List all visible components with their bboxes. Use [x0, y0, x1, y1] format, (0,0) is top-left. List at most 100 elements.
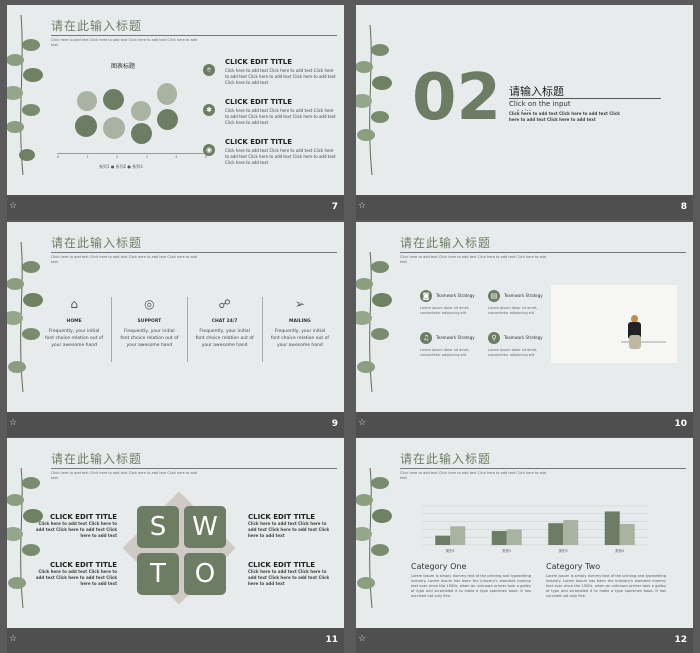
location-icon: ⌾	[203, 64, 215, 76]
home-icon: ⌂	[70, 297, 78, 311]
star-icon[interactable]: ☆	[9, 634, 17, 644]
feature-text: Frequently, your initial font choice rel…	[45, 329, 104, 348]
swot-tile-s: S	[137, 506, 179, 548]
star-icon[interactable]: ☆	[358, 418, 366, 428]
feature-label: CHAT 24/7	[211, 319, 238, 324]
strategy-text: Lorem ipsum dolor sit amet, consectetur …	[420, 306, 470, 315]
section-subtitle: Click on the input subtitle	[509, 100, 571, 111]
bubble-series1	[103, 89, 124, 110]
title-divider	[400, 252, 686, 253]
gear-icon: ✱	[203, 104, 215, 116]
slide-thumb-9[interactable]: 请在此输入标题 Click here to add text Click her…	[7, 222, 344, 437]
paper-plane-icon: ➢	[294, 297, 305, 311]
section-number: 02	[412, 61, 502, 135]
swot-item-title: CLICK EDIT TITLE	[49, 561, 117, 569]
x-tick: 0	[57, 155, 60, 159]
feature-column: ⌂ HOME Frequently, your initial font cho…	[37, 297, 113, 362]
swot-item-text: Click here to add text Click here to add…	[248, 521, 330, 538]
chart-xticks: 012345	[57, 155, 207, 159]
book-icon: ▤	[488, 290, 500, 302]
feature-columns: ⌂ HOME Frequently, your initial font cho…	[37, 297, 337, 362]
bubble-chart	[57, 73, 207, 158]
strategy-label: Teamwork Strategy	[436, 335, 475, 340]
chart-axis	[57, 153, 207, 154]
x-tick: 2	[116, 155, 119, 159]
bubble-series2	[75, 115, 97, 137]
swot-item: CLICK EDIT TITLE Click here to add text …	[248, 561, 336, 587]
slide-footer: ☆ 8	[356, 195, 693, 220]
photo-chair	[629, 335, 641, 349]
section-text: Click here to add text Click here to add…	[509, 111, 620, 122]
star-icon[interactable]: ☆	[9, 201, 17, 211]
chart-title: 图表标题	[111, 63, 136, 70]
x-tick: 3	[145, 155, 148, 159]
feature-text: Frequently, your initial font choice rel…	[270, 329, 329, 348]
swot-item-text: Click here to add text Click here to add…	[248, 569, 330, 586]
bar	[604, 511, 620, 545]
item-text: Click here to add text Click here to add…	[225, 68, 336, 85]
bar	[450, 526, 466, 545]
slide-thumb-7[interactable]: 请在此输入标题 Click here to add text Click her…	[7, 5, 344, 220]
x-tick: 4	[175, 155, 178, 159]
bubble-series2	[131, 123, 152, 144]
feature-column: ◎ SUPPORT Frequently, your initial font …	[112, 297, 188, 362]
title-divider	[51, 35, 337, 36]
star-icon[interactable]: ☆	[9, 418, 17, 428]
camera-icon: ◙	[420, 290, 432, 302]
bubble-series2	[103, 117, 125, 139]
slide-number: 7	[331, 202, 338, 212]
slide-title: 请在此输入标题	[51, 452, 143, 466]
target-icon: ◉	[203, 144, 215, 156]
item-text: Click here to add text Click here to add…	[225, 148, 336, 165]
x-tick: 1	[86, 155, 89, 159]
section-divider	[509, 98, 661, 99]
slide-number: 9	[331, 419, 338, 429]
slide-footer: ☆ 9	[7, 412, 344, 437]
swot-item-title: CLICK EDIT TITLE	[248, 513, 316, 521]
slide-subtitle: Click here to add text Click here to add…	[51, 38, 198, 47]
slide-number: 11	[325, 635, 338, 645]
bubble-series1	[131, 101, 151, 121]
x-tick-label: 类别1	[446, 548, 455, 553]
chat-icon: ☍	[218, 297, 231, 311]
star-icon[interactable]: ☆	[358, 201, 366, 211]
item-title: CLICK EDIT TITLE	[225, 98, 293, 106]
bar-chart: 类别1 类别2 类别3 类别4	[422, 505, 648, 553]
slide-footer: ☆ 10	[356, 412, 693, 437]
slide-footer: ☆ 12	[356, 628, 693, 653]
category-one-title: Category One	[411, 562, 467, 571]
slide-subtitle: Click here to add text Click here to add…	[400, 471, 547, 480]
bar	[435, 535, 451, 545]
bubble-series1	[77, 91, 97, 111]
bubble-series2	[157, 109, 178, 130]
slide-thumb-11[interactable]: 请在此输入标题 Click here to add text Click her…	[7, 438, 344, 653]
strategy-text: Lorem ipsum dolor sit amet, consectetur …	[488, 306, 538, 315]
slide-title: 请在此输入标题	[400, 452, 492, 466]
slide-subtitle: Click here to add text Click here to add…	[51, 471, 198, 480]
star-icon[interactable]: ☆	[358, 634, 366, 644]
swot-item: CLICK EDIT TITLE Click here to add text …	[32, 561, 117, 587]
slide-subtitle: Click here to add text Click here to add…	[400, 255, 547, 264]
slide-title: 请在此输入标题	[51, 236, 143, 250]
bubble-series1	[157, 83, 177, 105]
bar	[619, 523, 635, 545]
bar	[563, 520, 579, 545]
title-divider	[51, 252, 337, 253]
strategy-label: Teamwork Strategy	[504, 293, 543, 298]
bulb-icon: ⚲	[488, 332, 500, 344]
slide-thumb-8[interactable]: 02 请输入标题 Click on the input subtitle Cli…	[356, 5, 693, 220]
slide-thumb-10[interactable]: 请在此输入标题 Click here to add text Click her…	[356, 222, 693, 437]
swot-item: CLICK EDIT TITLE Click here to add text …	[32, 513, 117, 539]
feature-label: SUPPORT	[137, 319, 162, 324]
item-title: CLICK EDIT TITLE	[225, 58, 293, 66]
strategy-label: Teamwork Strategy	[436, 293, 475, 298]
list-item: ◉ CLICK EDIT TITLE Click here to add tex…	[203, 138, 338, 178]
category-one-text: Lorem Ipsum is simply dummy text of the …	[411, 574, 531, 598]
category-two-text: Lorem Ipsum is simply dummy text of the …	[546, 574, 666, 598]
feature-label: MAILING	[289, 319, 311, 324]
strategy-grid: ◙ Teamwork Strategy Lorem ipsum dolor si…	[420, 290, 555, 370]
list-item: ✱ CLICK EDIT TITLE Click here to add tex…	[203, 98, 338, 138]
bar	[506, 529, 522, 545]
slide-thumb-12[interactable]: 请在此输入标题 Click here to add text Click her…	[356, 438, 693, 653]
title-divider	[51, 468, 337, 469]
